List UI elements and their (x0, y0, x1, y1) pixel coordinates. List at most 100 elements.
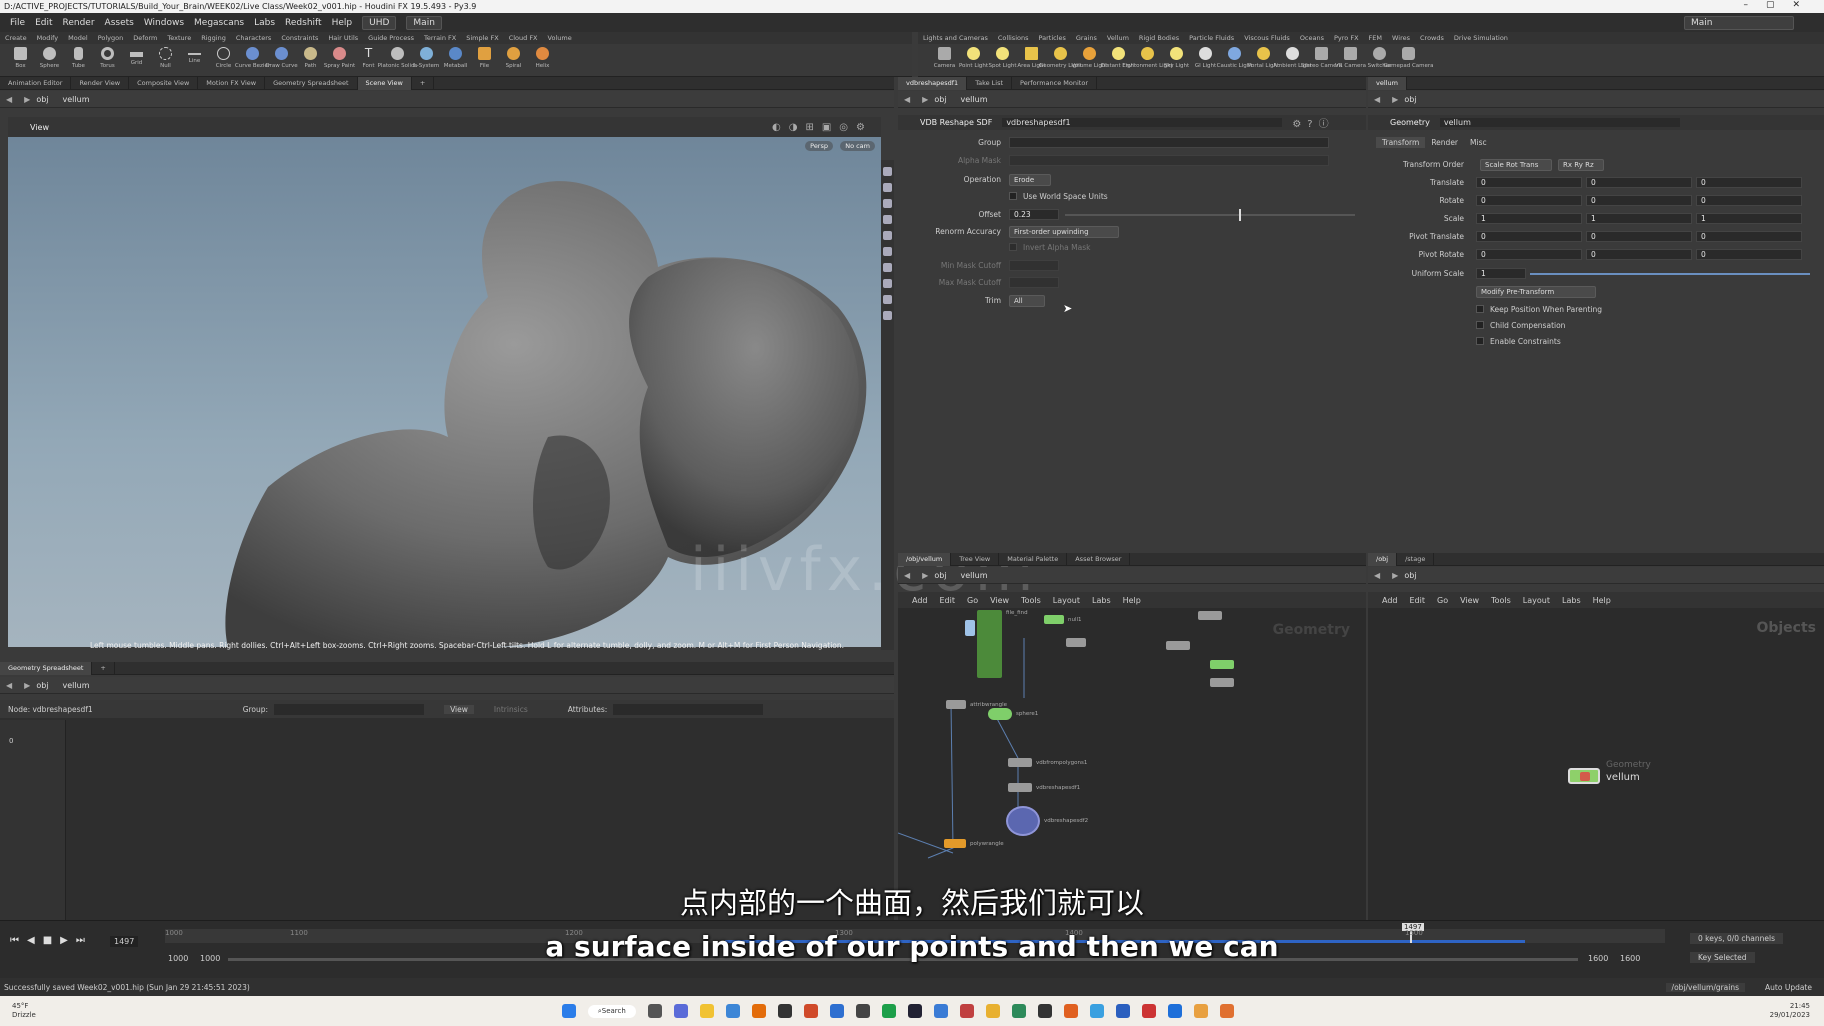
shelf-tab[interactable]: Modify (32, 34, 64, 42)
child-compensation-checkbox[interactable] (1476, 321, 1484, 329)
breadcrumb-obj[interactable]: obj (934, 95, 946, 104)
tab-composite-view[interactable]: Composite View (129, 76, 199, 90)
menu-megascans[interactable]: Megascans (194, 18, 244, 28)
tool-curve-bezier[interactable]: Curve Bezier (235, 44, 270, 77)
shelf-tab[interactable]: Crowds (1415, 34, 1449, 42)
tab-geometry-spreadsheet[interactable]: Geometry Spreadsheet (265, 76, 358, 90)
camera-tool-icon[interactable] (883, 311, 892, 320)
pivot-translate-x[interactable]: 0 (1476, 231, 1582, 242)
obj-menu-add[interactable]: Add (1382, 596, 1398, 605)
move-tool-icon[interactable] (883, 183, 892, 192)
spreadsheet-intrinsics[interactable]: Intrinsics (494, 705, 528, 714)
app-icon[interactable] (1115, 1004, 1130, 1018)
menu-file[interactable]: File (10, 18, 25, 28)
shelf-tab[interactable]: Lights and Cameras (918, 34, 993, 42)
max-cutoff-field[interactable] (1009, 277, 1059, 288)
translate-y[interactable]: 0 (1586, 177, 1692, 188)
add-tab-icon[interactable]: + (92, 661, 115, 675)
app-icon[interactable] (1219, 1004, 1234, 1018)
shelf-tab[interactable]: Grains (1071, 34, 1102, 42)
net-menu-help[interactable]: Help (1123, 596, 1141, 605)
shelf-tab[interactable]: Pyro FX (1329, 34, 1364, 42)
teams-icon[interactable] (673, 1004, 688, 1018)
tab-performance-monitor[interactable]: Performance Monitor (1012, 76, 1097, 90)
menu-windows[interactable]: Windows (144, 18, 184, 28)
tab-stage[interactable]: /stage (1397, 552, 1435, 566)
net-menu-go[interactable]: Go (967, 596, 978, 605)
geo-node-name[interactable]: vellum (1439, 118, 1680, 127)
tab-render-view[interactable]: Render View (71, 76, 130, 90)
tool-helix[interactable]: Helix (528, 44, 557, 77)
spreadsheet-group-field[interactable] (274, 703, 425, 715)
tool-tube[interactable]: Tube (64, 44, 93, 77)
app-icon[interactable] (1063, 1004, 1078, 1018)
select-tool-icon[interactable] (883, 167, 892, 176)
view-tool-icon[interactable] (883, 263, 892, 272)
status-path[interactable]: /obj/vellum/grains (1665, 982, 1746, 992)
app-icon[interactable] (855, 1004, 870, 1018)
uniform-scale-slider[interactable] (1530, 273, 1810, 275)
scale-x[interactable]: 1 (1476, 213, 1582, 224)
menu-help[interactable]: Help (332, 18, 353, 28)
obj-menu-view[interactable]: View (1460, 596, 1479, 605)
uniform-scale-field[interactable]: 1 (1476, 268, 1526, 279)
shelf-tab[interactable]: Deform (128, 34, 162, 42)
spreadsheet-view-dropdown[interactable]: View (444, 704, 474, 714)
forward-arrow-icon[interactable]: ▶ (1392, 95, 1398, 104)
network-sticky[interactable] (965, 620, 975, 636)
rot-order-dropdown[interactable]: Rx Ry Rz (1558, 159, 1604, 171)
tool-sky-light[interactable]: Sky Light (1162, 44, 1191, 77)
group-field[interactable] (1009, 137, 1329, 148)
back-arrow-icon[interactable]: ◀ (6, 95, 12, 104)
tool-area-light[interactable]: Area Light (1017, 44, 1046, 77)
tool-point-light[interactable]: Point Light (959, 44, 988, 77)
app-icon[interactable] (1141, 1004, 1156, 1018)
keep-position-checkbox[interactable] (1476, 305, 1484, 313)
pivot-rotate-x[interactable]: 0 (1476, 249, 1582, 260)
tab-network-vellum[interactable]: /obj/vellum (898, 552, 952, 566)
forward-arrow-icon[interactable]: ▶ (24, 95, 30, 104)
rotate-z[interactable]: 0 (1696, 195, 1802, 206)
file-explorer-icon[interactable] (699, 1004, 714, 1018)
breadcrumb-obj[interactable]: obj (1404, 95, 1416, 104)
tool-gi-light[interactable]: GI Light (1191, 44, 1220, 77)
app-icon[interactable] (1011, 1004, 1026, 1018)
menu-assets[interactable]: Assets (105, 18, 134, 28)
menu-render[interactable]: Render (63, 18, 95, 28)
translate-z[interactable]: 0 (1696, 177, 1802, 188)
tab-scene-view[interactable]: Scene View (357, 76, 412, 90)
shelf-tab[interactable]: Model (63, 34, 93, 42)
network-editor[interactable]: Geometry file_find attribwrangle null1 s… (898, 608, 1366, 920)
shelf-tab[interactable]: Hair Utils (323, 34, 363, 42)
tool-spray-paint[interactable]: Spray Paint (324, 44, 355, 77)
desktop-dropdown-right[interactable]: Main (1684, 15, 1794, 30)
app-icon[interactable] (985, 1004, 1000, 1018)
pivot-rotate-y[interactable]: 0 (1586, 249, 1692, 260)
tool-metaball[interactable]: Metaball (441, 44, 470, 77)
network-node[interactable] (977, 610, 1002, 678)
net-menu-labs[interactable]: Labs (1092, 596, 1111, 605)
node-name-field[interactable]: vdbreshapesdf1 (1002, 118, 1283, 127)
shelf-tab[interactable]: Characters (231, 34, 276, 42)
app-icon[interactable] (959, 1004, 974, 1018)
scale-tool-icon[interactable] (883, 215, 892, 224)
app-icon[interactable] (907, 1004, 922, 1018)
subtab-render[interactable]: Render (1425, 137, 1464, 148)
taskbar-search[interactable]: ⌕ Search (587, 1004, 636, 1018)
breadcrumb-vellum[interactable]: vellum (961, 95, 988, 104)
edge-icon[interactable] (725, 1004, 740, 1018)
back-arrow-icon[interactable]: ◀ (6, 681, 12, 690)
shelf-tab[interactable]: Vellum (1102, 34, 1134, 42)
node-header-icons[interactable]: ⚙?ⓘ (1292, 115, 1334, 130)
network-node[interactable] (1008, 783, 1032, 792)
shelf-tab[interactable]: Drive Simulation (1449, 34, 1513, 42)
forward-arrow-icon[interactable]: ▶ (24, 681, 30, 690)
network-node[interactable] (944, 839, 966, 848)
breadcrumb-vellum[interactable]: vellum (63, 681, 90, 690)
shelf-tab[interactable]: Wires (1387, 34, 1415, 42)
persp-menu[interactable]: Persp (805, 141, 833, 151)
shelf-tab[interactable]: Simple FX (461, 34, 503, 42)
modify-pre-transform-dropdown[interactable]: Modify Pre-Transform (1476, 286, 1596, 298)
min-cutoff-field[interactable] (1009, 260, 1059, 271)
tool-vr-camera[interactable]: VR Camera (1335, 44, 1366, 77)
